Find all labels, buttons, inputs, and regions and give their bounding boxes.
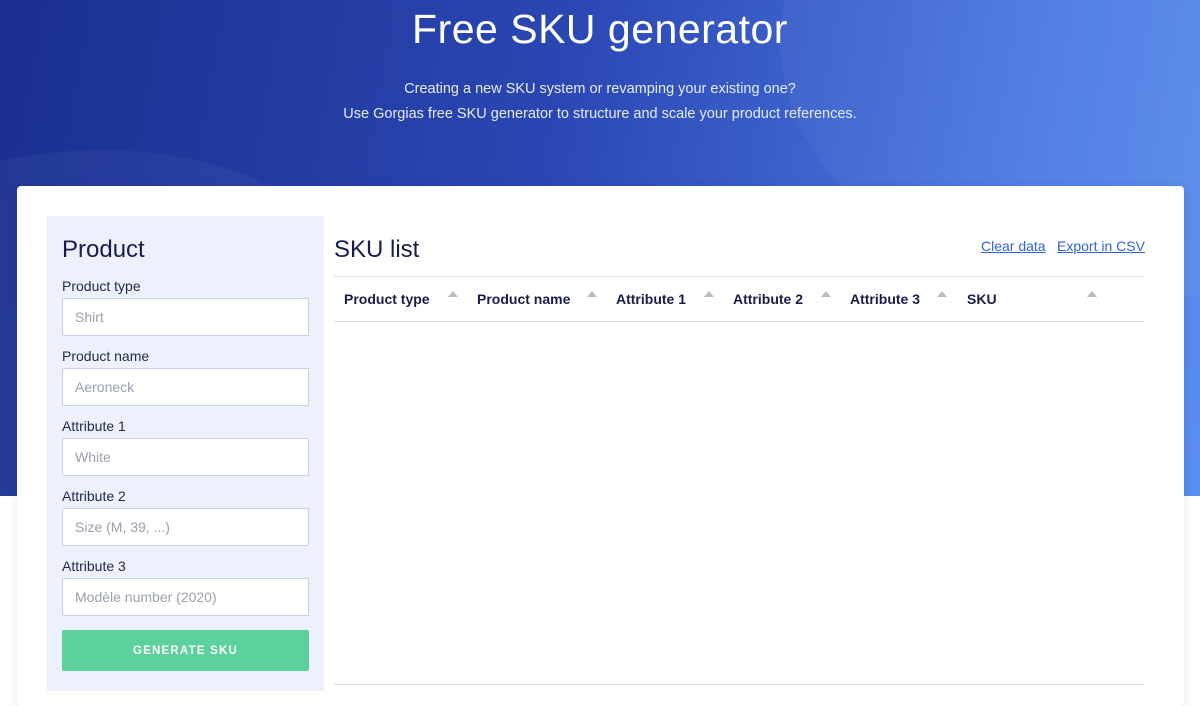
- sku-list-title: SKU list: [334, 236, 420, 263]
- product-form: Product Product type Product name Attrib…: [47, 216, 324, 691]
- sort-arrow-icon[interactable]: [448, 291, 458, 297]
- hero-subtitle-line1: Creating a new SKU system or revamping y…: [404, 81, 796, 97]
- column-header-product-name[interactable]: Product name: [477, 291, 570, 307]
- product-name-input[interactable]: [62, 368, 309, 406]
- column-header-product-type[interactable]: Product type: [344, 291, 430, 307]
- product-name-label: Product name: [62, 348, 150, 364]
- product-type-input[interactable]: [62, 298, 309, 336]
- form-title: Product: [62, 236, 145, 263]
- column-header-attribute-1[interactable]: Attribute 1: [616, 291, 686, 307]
- table-header: Product type Product name Attribute 1 At…: [334, 277, 1144, 322]
- sku-table: Product type Product name Attribute 1 At…: [334, 276, 1144, 685]
- sort-arrow-icon[interactable]: [587, 291, 597, 297]
- table-bottom-divider: [334, 684, 1144, 685]
- product-type-label: Product type: [62, 278, 141, 294]
- attribute-2-input[interactable]: [62, 508, 309, 546]
- column-header-sku[interactable]: SKU: [967, 291, 997, 307]
- sort-arrow-icon[interactable]: [1087, 291, 1097, 297]
- generator-card: Product Product type Product name Attrib…: [17, 186, 1184, 706]
- sort-arrow-icon[interactable]: [937, 291, 947, 297]
- attribute-1-input[interactable]: [62, 438, 309, 476]
- column-header-attribute-3[interactable]: Attribute 3: [850, 291, 920, 307]
- clear-data-link[interactable]: Clear data: [981, 238, 1046, 254]
- attribute-1-label: Attribute 1: [62, 418, 126, 434]
- attribute-3-input[interactable]: [62, 578, 309, 616]
- export-csv-link[interactable]: Export in CSV: [1057, 238, 1145, 254]
- sort-arrow-icon[interactable]: [704, 291, 714, 297]
- attribute-2-label: Attribute 2: [62, 488, 126, 504]
- attribute-3-label: Attribute 3: [62, 558, 126, 574]
- sort-arrow-icon[interactable]: [821, 291, 831, 297]
- column-header-attribute-2[interactable]: Attribute 2: [733, 291, 803, 307]
- page-title: Free SKU generator: [412, 6, 788, 52]
- generate-sku-button[interactable]: GENERATE SKU: [62, 630, 309, 671]
- hero-subtitle-line2: Use Gorgias free SKU generator to struct…: [343, 106, 857, 122]
